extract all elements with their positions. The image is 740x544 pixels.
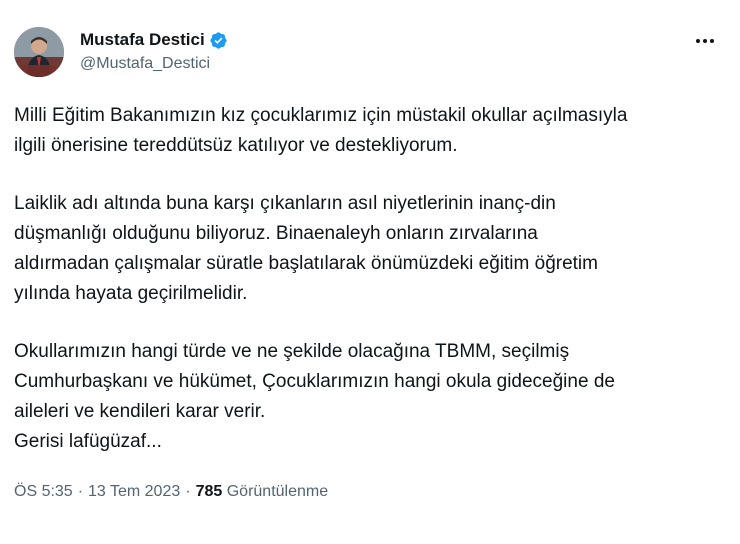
meta-separator: · bbox=[77, 483, 84, 500]
tweet-line: ilgili önerisine tereddütsüz katılıyor v… bbox=[14, 135, 458, 156]
tweet-line: aileleri ve kendileri karar verir. bbox=[14, 401, 266, 422]
meta-separator: · bbox=[185, 483, 191, 500]
tweet-paragraph: Milli Eğitim Bakanımızın kız çocuklarımı… bbox=[14, 101, 726, 161]
author-display-name[interactable]: Mustafa Destici bbox=[80, 30, 205, 50]
more-dot bbox=[710, 39, 714, 43]
author-info: Mustafa Destici @Mustafa_Destici bbox=[80, 29, 228, 73]
tweet-line: yılında hayata geçirilmelidir. bbox=[14, 283, 248, 304]
tweet-meta: ÖS 5:35 · 13 Tem 2023 · 785 Görüntülenme bbox=[14, 483, 328, 501]
verified-badge-icon bbox=[209, 31, 228, 50]
tweet-line: Milli Eğitim Bakanımızın kız çocuklarımı… bbox=[14, 105, 628, 126]
tweet-paragraph: Okullarımızın hangi türde ve ne şekilde … bbox=[14, 337, 726, 457]
tweet-line: düşmanlığı olduğunu biliyoruz. Binaenale… bbox=[14, 223, 538, 244]
tweet-line: Cumhurbaşkanı ve hükümet, Çocuklarımızın… bbox=[14, 371, 615, 392]
tweet-line: Gerisi lafügüzaf... bbox=[14, 431, 162, 452]
tweet-line: aldırmadan çalışmalar süratle başlatılar… bbox=[14, 253, 598, 274]
author-handle[interactable]: @Mustafa_Destici bbox=[80, 55, 228, 73]
avatar[interactable] bbox=[14, 27, 64, 77]
tweet-header: Mustafa Destici @Mustafa_Destici bbox=[14, 27, 726, 79]
tweet-time-link[interactable]: ÖS 5:35 · 13 Tem 2023 bbox=[14, 483, 180, 500]
more-options-button[interactable] bbox=[690, 31, 720, 51]
tweet-line: Laiklik adı altında buna karşı çıkanları… bbox=[14, 193, 556, 214]
tweet-text: Milli Eğitim Bakanımızın kız çocuklarımı… bbox=[14, 101, 726, 457]
tweet-time: ÖS 5:35 bbox=[14, 483, 73, 500]
tweet-paragraph: Laiklik adı altında buna karşı çıkanları… bbox=[14, 189, 726, 309]
more-horizontal-icon bbox=[696, 39, 700, 43]
tweet-line: Okullarımızın hangi türde ve ne şekilde … bbox=[14, 341, 570, 362]
views-count: 785 bbox=[195, 483, 223, 500]
tweet-date: 13 Tem 2023 bbox=[88, 483, 181, 500]
tweet-card: Mustafa Destici @Mustafa_Destici Milli E… bbox=[0, 0, 740, 544]
views-label[interactable]: Görüntülenme bbox=[227, 483, 328, 500]
author-name-row: Mustafa Destici bbox=[80, 29, 228, 51]
more-dot bbox=[703, 39, 707, 43]
